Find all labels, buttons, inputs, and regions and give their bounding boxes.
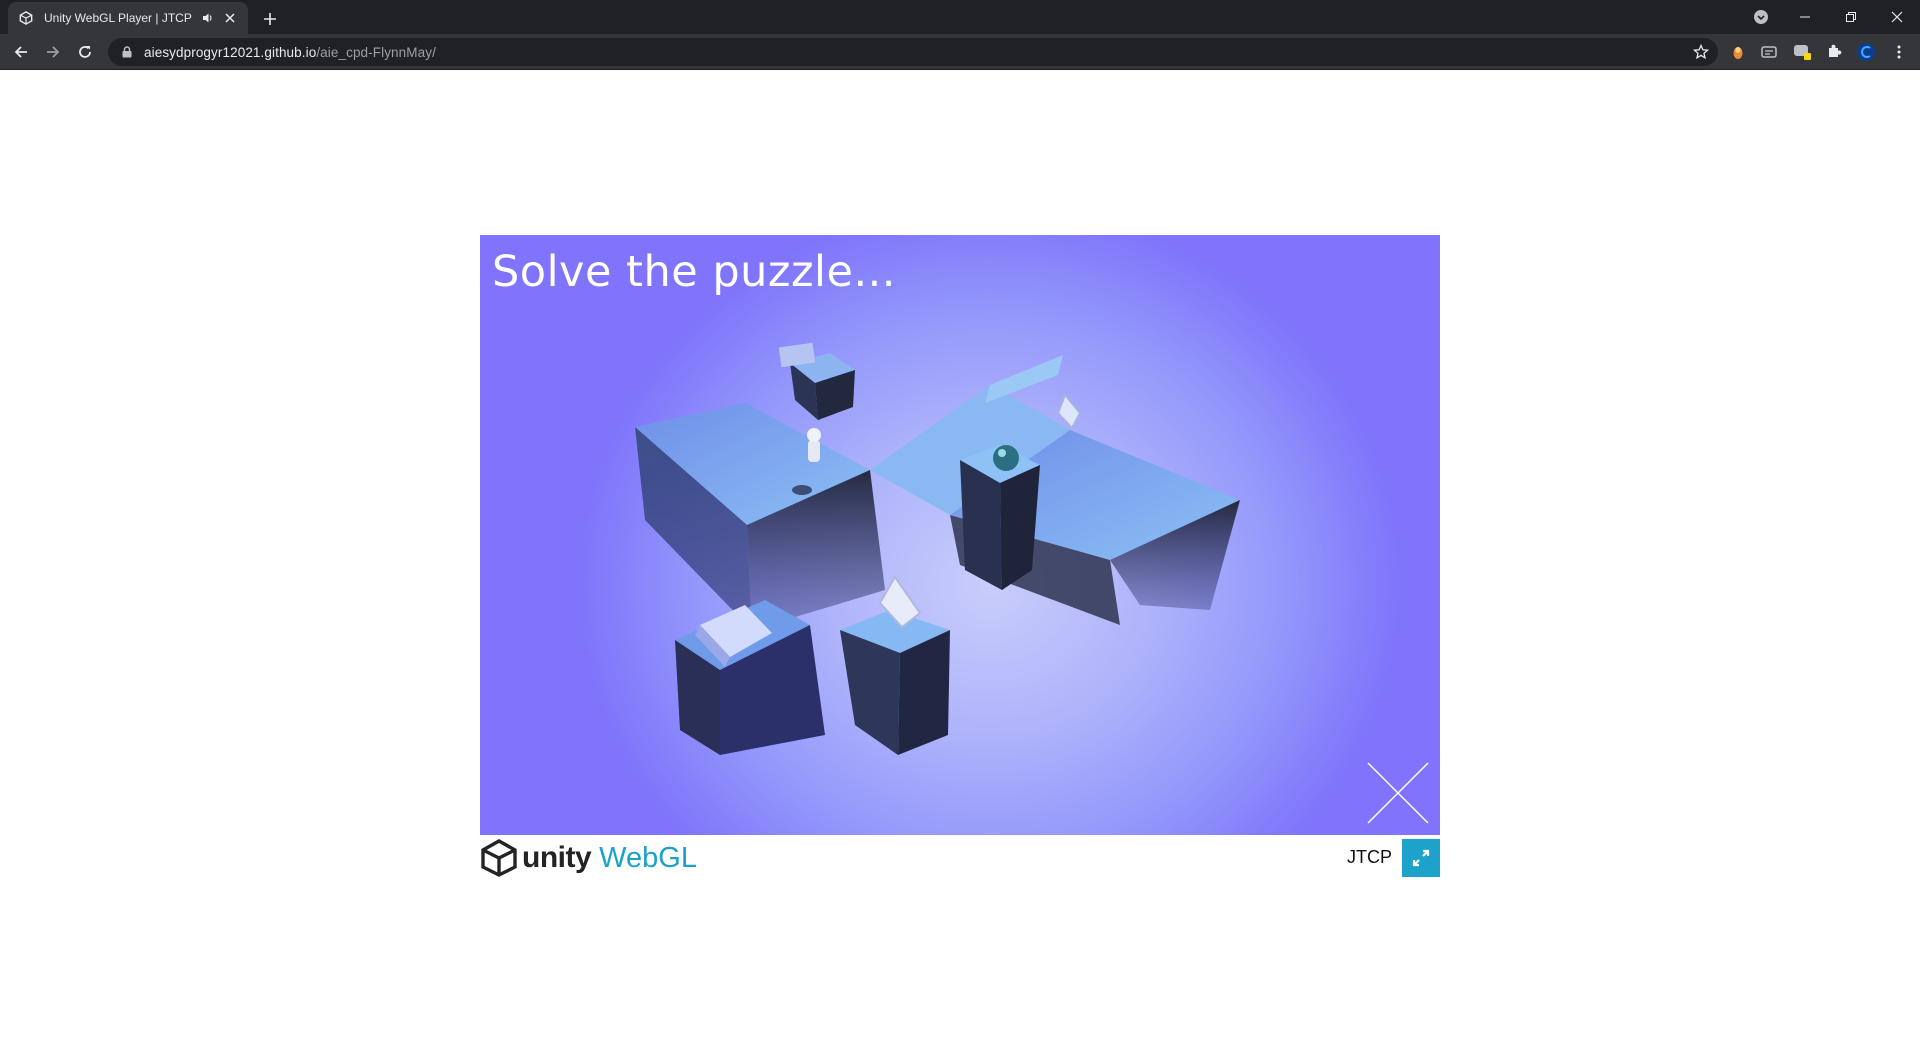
minimize-icon[interactable] (1782, 0, 1828, 34)
unity-logo-webgl: WebGL (599, 841, 697, 874)
url-host: aiesydprogyr12021.github.io (144, 44, 317, 60)
unity-footer: unity WebGL JTCP (480, 835, 1440, 877)
unity-logo-word: unity (522, 841, 592, 874)
speaker-icon[interactable] (200, 10, 216, 26)
unity-container: Solve the puzzle... unity WebGL JTCP (480, 235, 1440, 877)
extension-icon[interactable] (1792, 42, 1812, 62)
address-bar[interactable]: aiesydprogyr12021.github.io/aie_cpd-Flyn… (108, 38, 1718, 66)
unity-logo-icon (481, 839, 517, 877)
game-scene (635, 342, 1240, 755)
browser-tab[interactable]: Unity WebGL Player | JTCP (8, 2, 248, 34)
tab-title: Unity WebGL Player | JTCP (44, 11, 192, 25)
build-title: JTCP (1347, 847, 1392, 867)
close-icon[interactable] (1366, 761, 1430, 825)
extension-icon[interactable] (1759, 42, 1779, 62)
fullscreen-button[interactable] (1402, 839, 1440, 877)
lock-icon[interactable] (120, 45, 134, 59)
close-icon[interactable] (222, 10, 238, 26)
forward-icon[interactable] (41, 40, 65, 64)
menu-icon[interactable] (1889, 42, 1909, 62)
back-icon[interactable] (9, 40, 33, 64)
star-icon[interactable] (1692, 43, 1710, 61)
tab-strip: Unity WebGL Player | JTCP (0, 0, 1920, 34)
game-overlay-text: Solve the puzzle... (492, 247, 896, 297)
url-text: aiesydprogyr12021.github.io/aie_cpd-Flyn… (144, 45, 436, 60)
restore-icon[interactable] (1828, 0, 1874, 34)
tab-search-icon[interactable] (1738, 0, 1784, 34)
fullscreen-icon (1412, 849, 1430, 867)
extension-icon[interactable] (1728, 42, 1748, 62)
url-path: /aie_cpd-FlynnMay/ (316, 44, 436, 60)
reload-icon[interactable] (73, 40, 97, 64)
window-close-icon[interactable] (1874, 0, 1920, 34)
unity-favicon-icon (18, 10, 34, 26)
puzzle-icon[interactable] (1824, 42, 1844, 62)
browser-toolbar: aiesydprogyr12021.github.io/aie_cpd-Flyn… (0, 34, 1920, 70)
plus-icon[interactable] (258, 7, 282, 31)
unity-logo: unity WebGL (480, 839, 697, 877)
unity-canvas[interactable]: Solve the puzzle... (480, 235, 1440, 835)
profile-avatar[interactable] (1856, 42, 1876, 62)
